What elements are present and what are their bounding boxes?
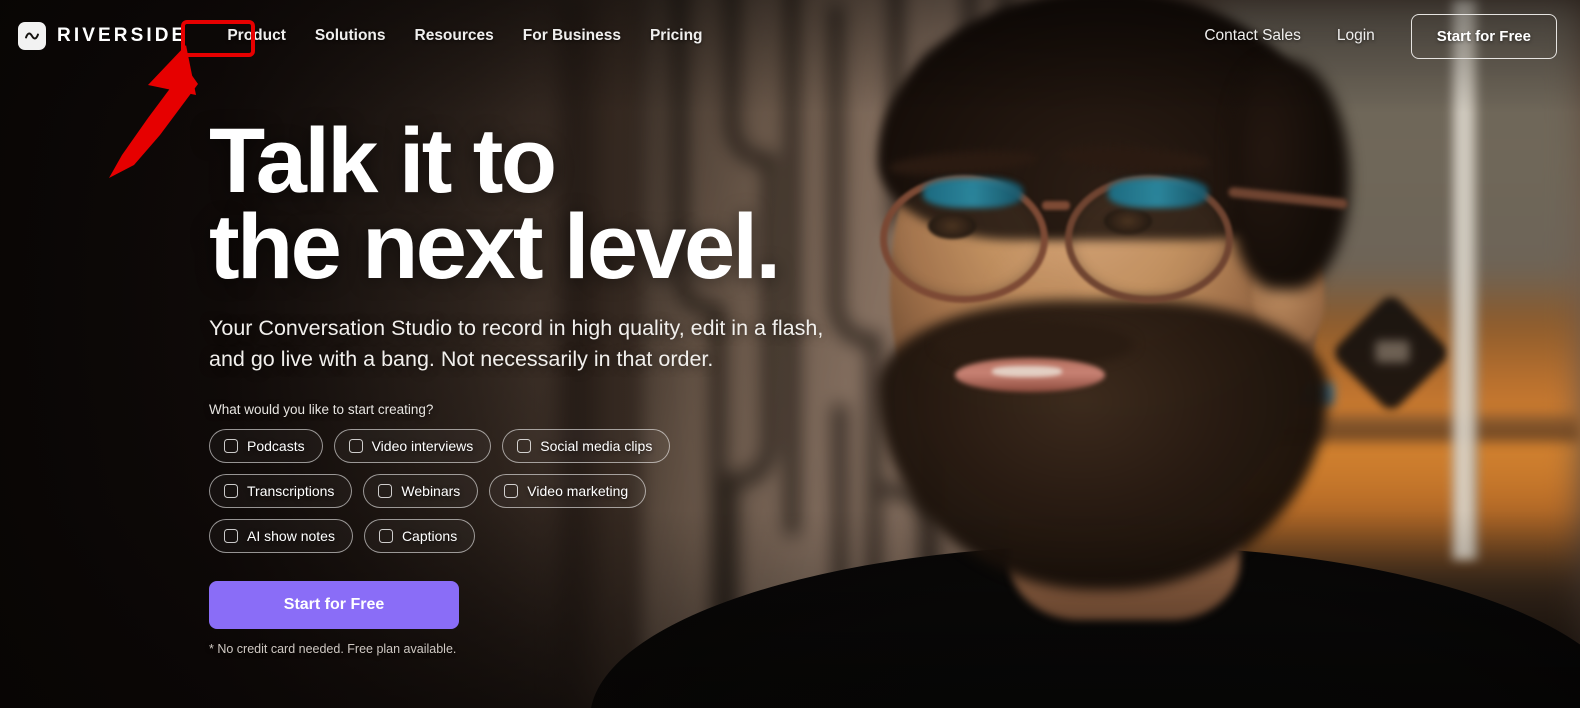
interest-chip-group: Podcasts Video interviews Social media c… [209,429,789,554]
nav-item-resources[interactable]: Resources [415,27,494,45]
nav-item-pricing[interactable]: Pricing [650,27,703,45]
checkbox-icon[interactable] [224,439,238,454]
chip-label: AI show notes [247,528,335,545]
checkbox-icon[interactable] [517,439,532,454]
chip-video-interviews[interactable]: Video interviews [333,429,492,464]
hero-footnote: * No credit card needed. Free plan avail… [209,642,457,657]
chip-ai-show-notes[interactable]: AI show notes [209,519,353,554]
checkbox-icon[interactable] [378,529,393,544]
nav-links: Product Solutions Resources For Business… [227,27,702,45]
chip-label: Video interviews [371,438,474,455]
waveform-glyph [25,32,39,40]
checkbox-icon[interactable] [348,439,363,454]
chip-label: Captions [401,528,458,545]
contact-sales-link[interactable]: Contact Sales [1204,27,1301,45]
headline-line-2: the next level. [209,196,781,299]
waveform-icon [18,22,46,50]
nav-item-for-business[interactable]: For Business [523,27,621,45]
chip-captions[interactable]: Captions [363,519,476,554]
chip-label: Video marketing [527,483,629,500]
page-root: RIVERSIDE Product Solutions Resources Fo… [0,0,1580,708]
nav-item-product[interactable]: Product [227,27,286,45]
chip-label: Podcasts [247,438,305,455]
brand-logo[interactable]: RIVERSIDE [18,22,187,50]
hero-start-for-free-button[interactable]: Start for Free [209,581,459,630]
chip-label: Transcriptions [247,483,335,500]
page-title: Talk it to the next level. [209,115,909,299]
top-navigation-bar: RIVERSIDE Product Solutions Resources Fo… [0,0,1580,72]
chip-podcasts[interactable]: Podcasts [209,429,323,464]
hero-subheadline: Your Conversation Studio to record in hi… [209,315,824,372]
chip-transcriptions[interactable]: Transcriptions [209,474,353,509]
brand-name: RIVERSIDE [57,25,188,46]
nav-start-for-free-button[interactable]: Start for Free [1410,13,1557,59]
chip-webinars[interactable]: Webinars [363,474,479,509]
hero-prompt-label: What would you like to start creating? [209,402,434,418]
chip-label: Social media clips [540,438,653,455]
chip-video-marketing[interactable]: Video marketing [489,474,647,509]
nav-actions: Contact Sales Login Start for Free [1204,13,1557,59]
hero-section: Talk it to the next level. Your Conversa… [209,115,909,657]
chip-label: Webinars [401,483,461,500]
checkbox-icon[interactable] [378,484,393,499]
login-link[interactable]: Login [1337,27,1375,45]
nav-item-solutions[interactable]: Solutions [315,27,386,45]
checkbox-icon[interactable] [224,529,238,544]
checkbox-icon[interactable] [504,484,519,499]
checkbox-icon[interactable] [224,484,238,499]
chip-social-media-clips[interactable]: Social media clips [502,429,671,464]
